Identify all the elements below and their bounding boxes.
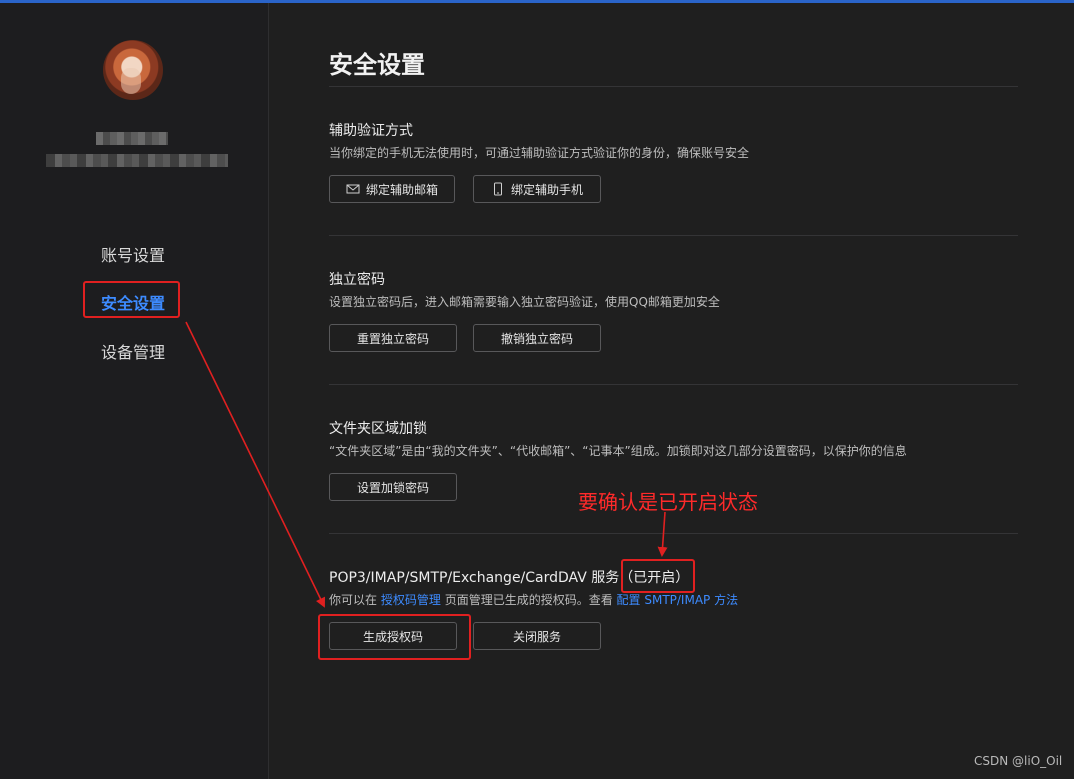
reset-password-button[interactable]: 重置独立密码 [329,324,457,352]
mail-services-title: POP3/IMAP/SMTP/Exchange/CardDAV 服务 [329,570,620,586]
watermark: CSDN @liO_Oil [974,754,1063,768]
divider [329,533,1018,534]
bind-aux-phone-label: 绑定辅助手机 [510,182,583,197]
nav-device-management[interactable]: 设备管理 [101,339,165,363]
section-title-aux-verify: 辅助验证方式 [329,123,413,139]
divider [329,235,1018,236]
bind-aux-phone-button[interactable]: 绑定辅助手机 [473,175,601,203]
annotation-box-generate-button [318,614,471,660]
section-desc-folder-lock: “文件夹区域”是由“我的文件夹”、“代收邮箱”、“记事本”组成。加锁即对这几部分… [329,444,907,458]
divider [329,384,1018,385]
email-blurred [46,154,228,167]
smtp-imap-config-link[interactable]: 配置 SMTP/IMAP 方法 [617,593,739,607]
revoke-password-label: 撤销独立密码 [500,331,573,346]
reset-password-label: 重置独立密码 [356,331,429,346]
avatar[interactable] [103,40,163,100]
annotation-box-status [621,559,695,593]
nav-account-settings[interactable]: 账号设置 [101,242,165,266]
bind-aux-email-button[interactable]: 绑定辅助邮箱 [329,175,455,203]
desc-prefix: 你可以在 [329,593,378,607]
username-blurred [96,132,168,145]
desc-middle: 页面管理已生成的授权码。查看 [444,593,613,607]
page-title: 安全设置 [329,51,425,79]
set-lock-password-button[interactable]: 设置加锁密码 [329,473,457,501]
section-title-folder-lock: 文件夹区域加锁 [329,421,427,437]
revoke-password-button[interactable]: 撤销独立密码 [473,324,601,352]
annotation-note: 要确认是已开启状态 [578,490,758,514]
section-title-independent-password: 独立密码 [329,272,385,288]
divider [329,86,1018,87]
phone-icon [493,182,502,196]
section-desc-aux-verify: 当你绑定的手机无法使用时，可通过辅助验证方式验证你的身份，确保账号安全 [329,146,750,160]
bind-aux-email-label: 绑定辅助邮箱 [365,182,438,197]
annotation-box-security-nav [83,281,180,318]
sidebar [0,3,269,779]
section-desc-independent-password: 设置独立密码后，进入邮箱需要输入独立密码验证，使用QQ邮箱更加安全 [329,295,720,309]
section-desc-mail-services: 你可以在 授权码管理 页面管理已生成的授权码。查看 配置 SMTP/IMAP 方… [329,591,738,608]
mail-icon [346,184,360,194]
close-service-button[interactable]: 关闭服务 [473,622,601,650]
set-lock-password-label: 设置加锁密码 [356,480,429,495]
close-service-label: 关闭服务 [512,629,561,644]
auth-code-management-link[interactable]: 授权码管理 [381,593,441,607]
